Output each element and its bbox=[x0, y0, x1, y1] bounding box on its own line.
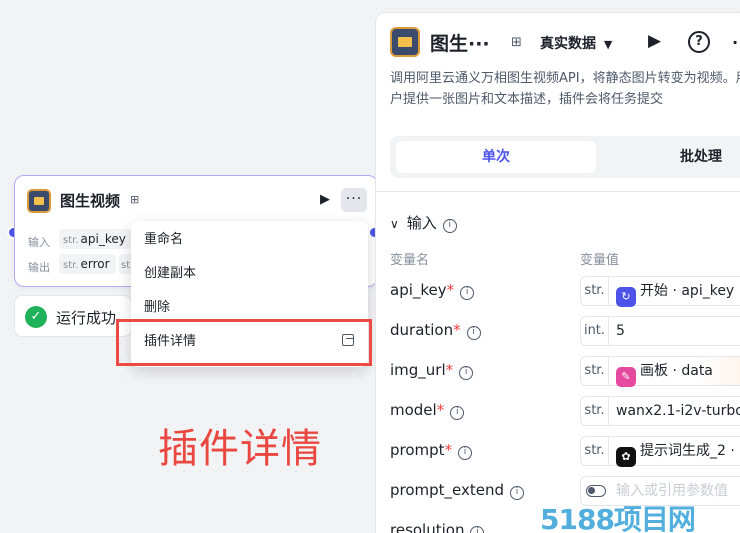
output-tag: str. error bbox=[59, 254, 116, 274]
panel-plugin-icon bbox=[390, 27, 420, 57]
required-mark: * bbox=[445, 361, 454, 379]
source-node-icon: ✎ bbox=[616, 367, 636, 387]
menu-item-rename[interactable]: 重命名 bbox=[131, 223, 368, 257]
param-value-text: 提示词生成_2 · bbox=[640, 443, 735, 459]
run-status-text: 运行成功 bbox=[56, 309, 117, 327]
data-mode-select[interactable]: 真实数据 ▼ bbox=[540, 33, 612, 53]
param-value-field-0[interactable]: str. ↻ 开始 · api_key bbox=[580, 276, 740, 307]
required-mark: * bbox=[446, 281, 455, 299]
panel-description: 调用阿里云通义万相图生视频API，将静态图片转变为视频。用户提供一张图片和文本描… bbox=[390, 71, 740, 107]
info-icon: i bbox=[510, 486, 525, 500]
output-tag-name: error bbox=[80, 257, 110, 271]
run-status-badge: ✓ 运行成功 bbox=[14, 295, 132, 337]
input-tag: str. api_key bbox=[59, 229, 132, 249]
plugin-icon bbox=[27, 189, 51, 213]
info-icon: i bbox=[466, 326, 481, 340]
param-value-text: 输入或引用参数值 bbox=[616, 483, 728, 499]
param-name-1: duration* i bbox=[390, 321, 481, 340]
divider bbox=[376, 191, 740, 192]
info-icon: i bbox=[442, 219, 457, 233]
menu-item-duplicate[interactable]: 创建副本 bbox=[131, 257, 368, 291]
panel-badge-icon: ⊞ bbox=[511, 35, 522, 50]
param-name-text: img_url bbox=[390, 361, 446, 379]
annotation-highlight-box bbox=[116, 319, 372, 366]
input-section-header[interactable]: ∨ 输入 i bbox=[390, 212, 457, 233]
param-value-field-4[interactable]: str. ✿ 提示词生成_2 · bbox=[580, 436, 740, 467]
input-tag-type: str. bbox=[63, 235, 79, 246]
info-icon: i bbox=[460, 286, 475, 300]
param-name-0: api_key* i bbox=[390, 281, 475, 300]
info-icon: i bbox=[458, 446, 473, 460]
param-value-text: wanx2.1-i2v-turbo bbox=[616, 403, 740, 419]
node-detail-panel: 图生··· ⊞ 真实数据 ▼ ▶ ? · 调用阿里云通义万相图生视频API，将静… bbox=[375, 12, 740, 533]
param-value-text: 画板 · data bbox=[640, 363, 713, 379]
param-value-text: 开始 · api_key bbox=[640, 283, 735, 299]
input-label: 输入 bbox=[28, 236, 50, 249]
param-value: wanx2.1-i2v-turbo bbox=[616, 397, 740, 425]
plugin-badge-icon: ⊞ bbox=[130, 193, 140, 206]
info-icon: i bbox=[459, 366, 474, 380]
column-header-name: 变量名 bbox=[390, 253, 430, 268]
output-tag-type: str. bbox=[63, 260, 79, 271]
node-title: 图生视频 bbox=[60, 192, 121, 210]
source-node-icon: ✿ bbox=[616, 447, 636, 467]
param-value-field-3[interactable]: str. wanx2.1-i2v-turbo bbox=[580, 396, 740, 426]
tab-single[interactable]: 单次 bbox=[396, 141, 596, 173]
param-name-3: model* i bbox=[390, 401, 465, 420]
type-label: str. bbox=[581, 437, 609, 465]
param-value: 5 bbox=[616, 317, 625, 345]
annotation-label: 插件详情 bbox=[158, 426, 322, 472]
chevron-down-icon: ▼ bbox=[603, 38, 613, 51]
more-button[interactable]: ··· bbox=[341, 188, 367, 212]
type-label: str. bbox=[581, 277, 609, 305]
param-value: ↻ 开始 · api_key bbox=[616, 277, 734, 307]
param-name-text: prompt bbox=[390, 441, 445, 459]
required-mark: * bbox=[453, 321, 461, 339]
required-mark: * bbox=[436, 401, 445, 419]
type-label: str. bbox=[581, 357, 609, 385]
toggle-switch[interactable] bbox=[586, 485, 606, 497]
required-mark: * bbox=[444, 441, 453, 459]
success-check-icon: ✓ bbox=[25, 306, 47, 328]
param-name-text: model bbox=[390, 401, 437, 419]
data-mode-label: 真实数据 bbox=[540, 36, 596, 52]
info-icon: i bbox=[470, 526, 485, 533]
param-value-field-2[interactable]: str. ✎ 画板 · data bbox=[580, 356, 740, 387]
param-name-text: api_key bbox=[390, 281, 447, 299]
watermark: 5188项目网 bbox=[540, 503, 696, 533]
tab-batch[interactable]: 批处理 bbox=[680, 141, 722, 173]
panel-title: 图生··· bbox=[430, 33, 490, 55]
panel-run-icon[interactable]: ▶ bbox=[648, 31, 661, 51]
output-label: 输出 bbox=[28, 261, 50, 274]
param-name-text: duration bbox=[390, 321, 454, 339]
param-name-5: prompt_extend i bbox=[390, 481, 525, 500]
param-value-text: 5 bbox=[616, 323, 625, 339]
param-name-text: prompt_extend bbox=[390, 481, 505, 499]
panel-more-icon[interactable]: · bbox=[732, 33, 738, 52]
param-value-field-1[interactable]: int. 5 bbox=[580, 316, 740, 346]
param-value: ✎ 画板 · data bbox=[616, 357, 713, 387]
run-icon[interactable]: ▶ bbox=[320, 192, 330, 207]
collapse-chevron-icon: ∨ bbox=[390, 217, 399, 231]
param-name-4: prompt* i bbox=[390, 441, 473, 460]
source-node-icon: ↻ bbox=[616, 287, 636, 307]
param-name-6: resolution i bbox=[390, 521, 485, 533]
section-title: 输入 bbox=[406, 214, 437, 232]
mode-tabs: 单次 批处理 bbox=[390, 136, 740, 178]
help-icon[interactable]: ? bbox=[688, 31, 710, 53]
type-label: str. bbox=[581, 397, 609, 425]
type-label: int. bbox=[581, 317, 609, 345]
param-name-2: img_url* i bbox=[390, 361, 474, 380]
input-tag-name: api_key bbox=[80, 232, 126, 246]
column-header-value: 变量值 bbox=[580, 253, 620, 268]
param-name-text: resolution bbox=[390, 521, 465, 533]
param-value: ✿ 提示词生成_2 · bbox=[616, 437, 735, 467]
info-icon: i bbox=[450, 406, 465, 420]
